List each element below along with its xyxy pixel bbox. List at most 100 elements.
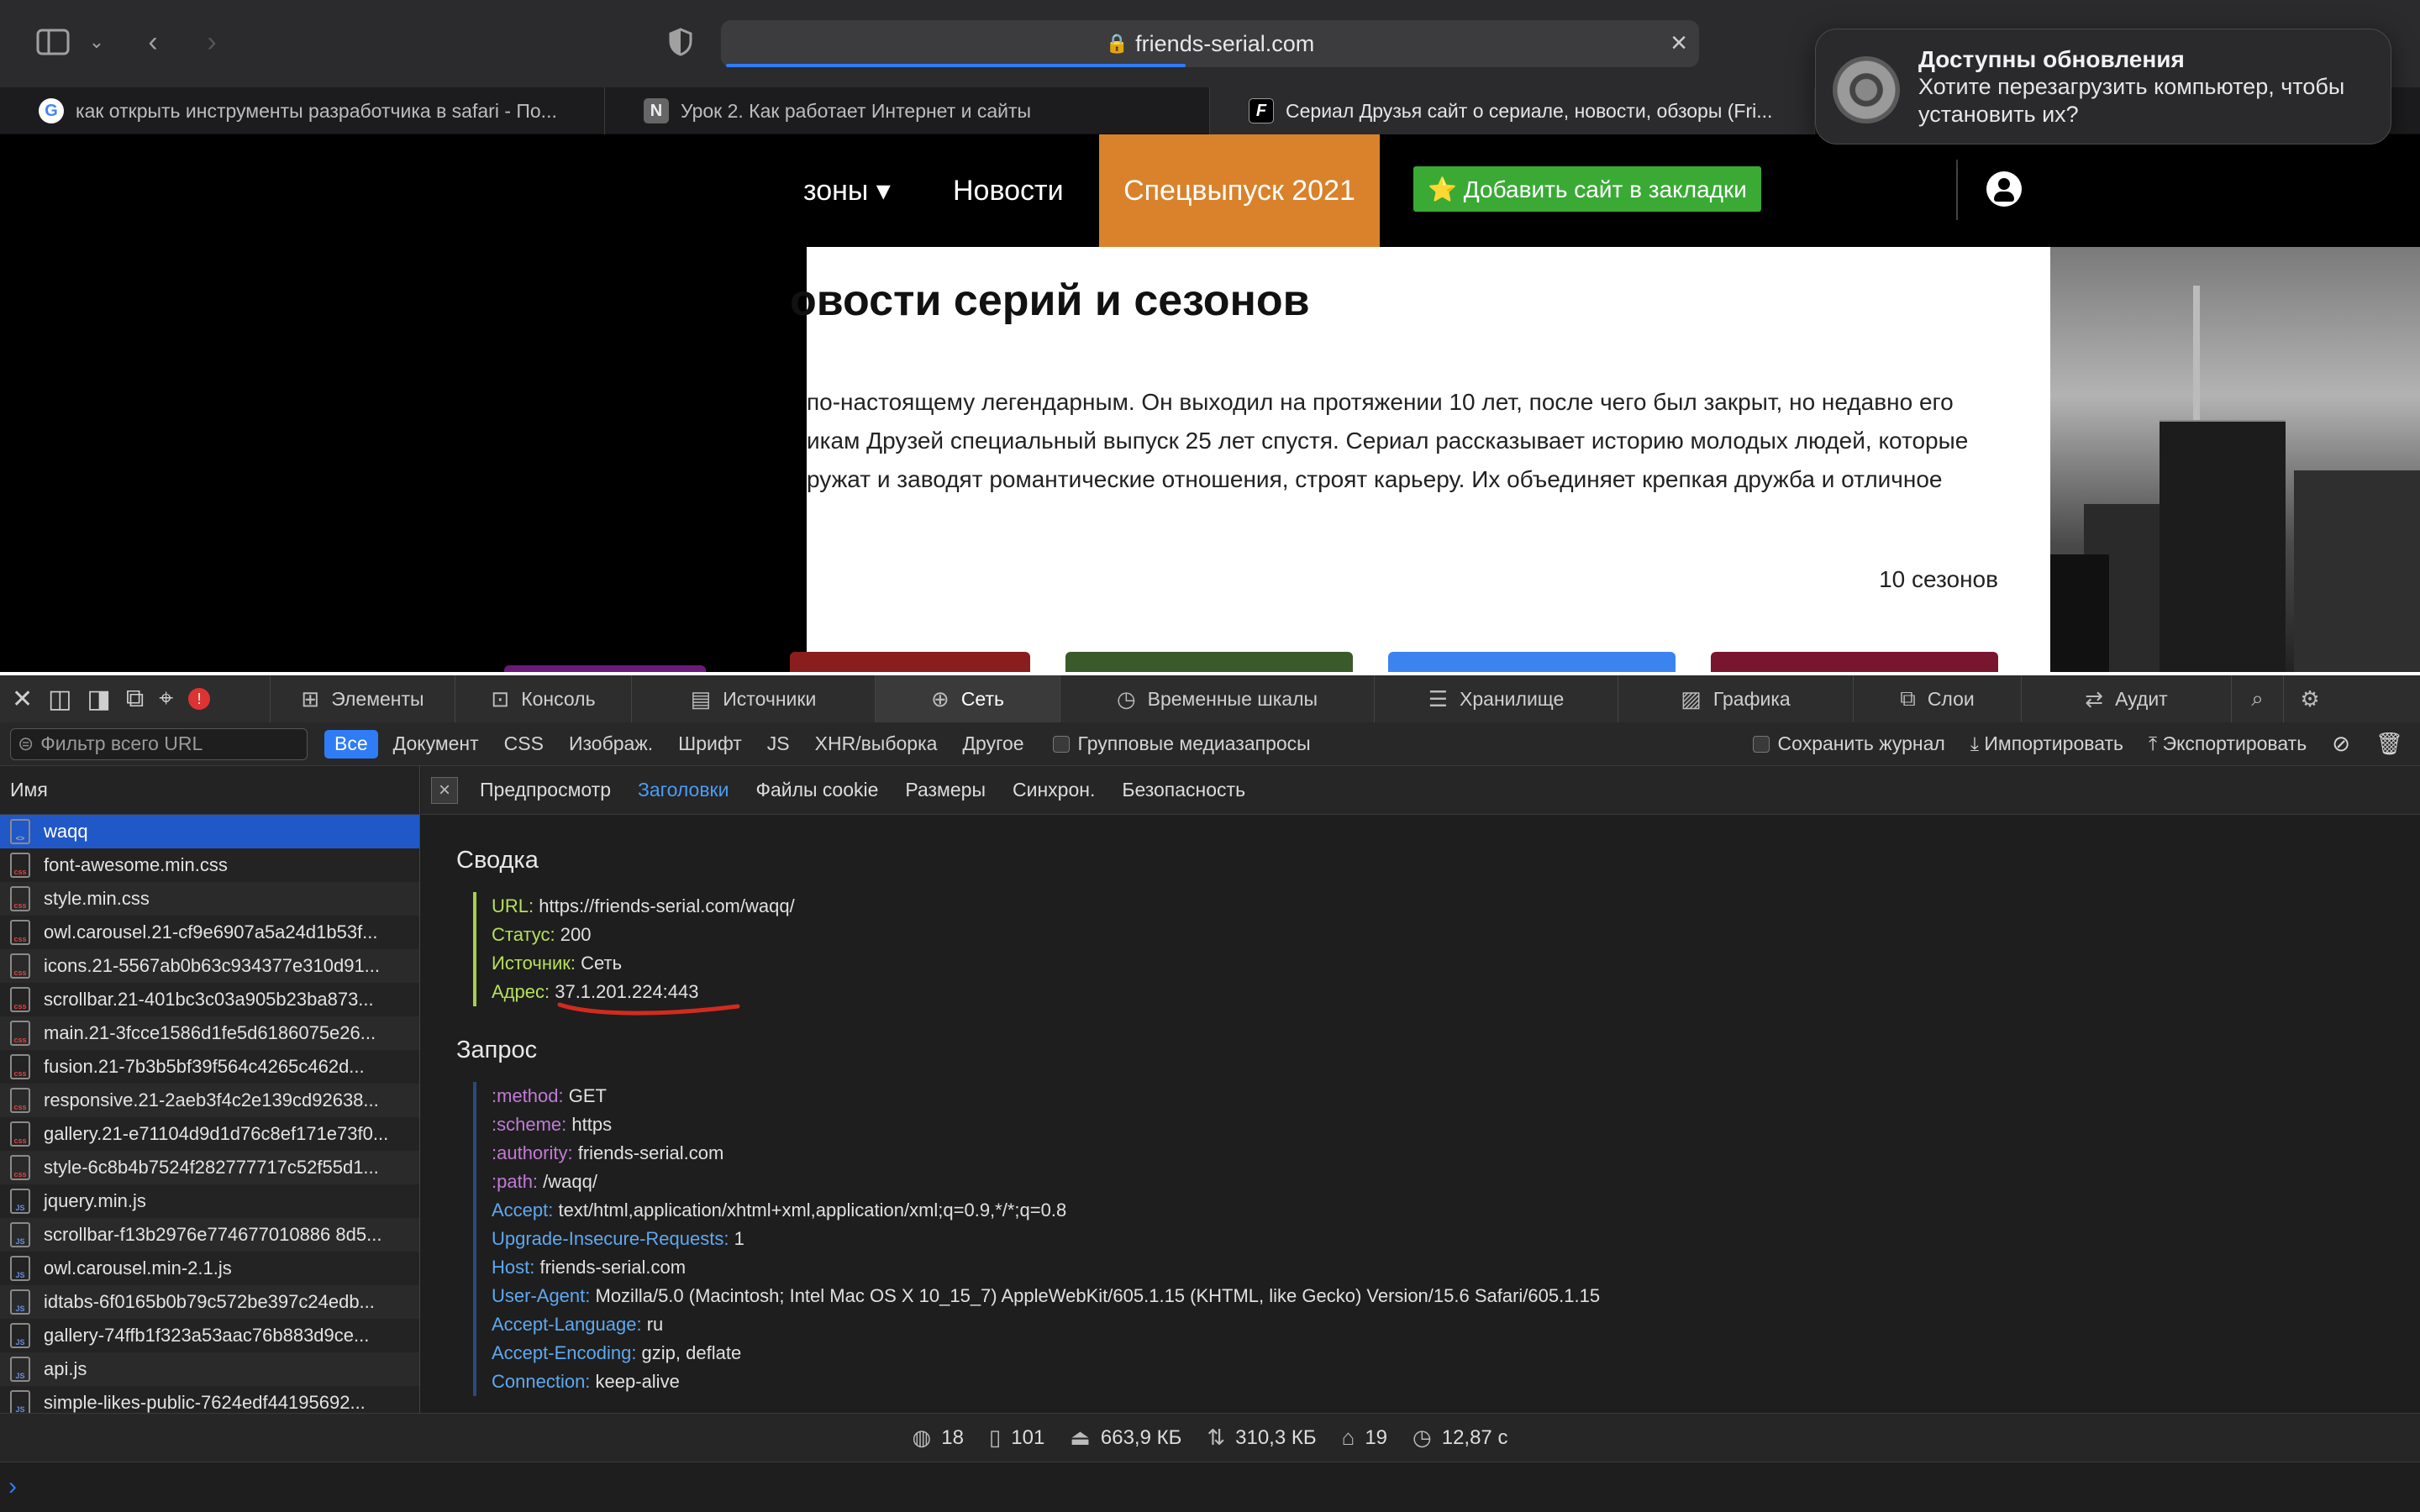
tab-console[interactable]: ⊡ Консоль — [455, 675, 632, 722]
tab-sources[interactable]: ▤ Источники — [632, 675, 876, 722]
resource-row[interactable]: css responsive.21-2aeb3f4c2e139cd92638... — [0, 1084, 419, 1117]
filter-images[interactable]: Изображ. — [559, 730, 663, 759]
season-card[interactable] — [1065, 652, 1353, 672]
subtab-preview[interactable]: Предпросмотр — [466, 766, 624, 815]
address-bar[interactable]: 🔒 friends-serial.com × — [721, 20, 1699, 67]
resource-row[interactable]: JS gallery-74ffb1f323a53aac76b883d9ce... — [0, 1319, 419, 1352]
status-requests: ⌂ 19 — [1341, 1425, 1388, 1450]
resource-name: style.min.css — [44, 888, 150, 909]
nav-divider — [1956, 160, 1958, 220]
headers-detail: Сводка URL: https://friends-serial.com/w… — [421, 815, 2420, 1413]
import-button[interactable]: ⤓ Импортировать — [1970, 732, 2123, 755]
stop-loading-icon[interactable]: × — [1670, 27, 1687, 60]
undock-icon[interactable]: ⧉ — [126, 685, 144, 713]
settings-button[interactable]: ⚙ — [2284, 675, 2336, 722]
console-prompt[interactable]: › — [0, 1462, 2420, 1512]
resource-row[interactable]: <> waqq — [0, 815, 419, 848]
dock-bottom-icon[interactable]: ◫ — [48, 685, 71, 714]
subtab-sizes[interactable]: Размеры — [892, 766, 999, 815]
resource-row[interactable]: css gallery.21-e71104d9d1d76c8ef171e73f0.… — [0, 1117, 419, 1151]
privacy-shield-icon[interactable] — [664, 20, 697, 64]
browser-tab-3[interactable]: F Сериал Друзья сайт о сериале, новости,… — [1210, 87, 1815, 134]
resource-row[interactable]: css style-6c8b4b7524f282777717c52f55d1... — [0, 1151, 419, 1184]
filter-other[interactable]: Другое — [952, 730, 1034, 759]
subtab-cookies[interactable]: Файлы cookie — [742, 766, 892, 815]
close-detail-button[interactable]: × — [431, 776, 458, 804]
update-notification[interactable]: Доступны обновления Хотите перезагрузить… — [1815, 29, 2391, 144]
search-icon: ⌕ — [2251, 685, 2264, 711]
nav-special-2021[interactable]: Спецвыпуск 2021 — [1099, 134, 1380, 247]
js-file-icon: JS — [10, 1222, 30, 1247]
tab-timelines[interactable]: ◷ Временные шкалы — [1060, 675, 1375, 722]
resource-row[interactable]: css icons.21-5567ab0b63c934377e310d91... — [0, 949, 419, 983]
close-icon[interactable]: ✕ — [12, 685, 33, 714]
tab-graphics[interactable]: ▨ Графика — [1618, 675, 1854, 722]
resource-row[interactable]: JS api.js — [0, 1352, 419, 1386]
search-button[interactable]: ⌕ — [2232, 675, 2284, 722]
css-file-icon: css — [10, 853, 30, 878]
filter-css[interactable]: CSS — [494, 730, 554, 759]
filter-js[interactable]: JS — [757, 730, 800, 759]
tab-elements[interactable]: ⊞ Элементы — [271, 675, 455, 722]
user-account-icon[interactable] — [1986, 171, 2022, 207]
season-card[interactable] — [1388, 652, 1676, 672]
resource-row[interactable]: JS scrollbar-f13b2976e774677010886 8d5... — [0, 1218, 419, 1252]
resource-row[interactable]: css style.min.css — [0, 882, 419, 916]
add-bookmark-button[interactable]: ⭐ Добавить сайт в закладки — [1413, 166, 1761, 212]
network-filter-bar: ⊜ Фильтр всего URL Все Документ CSS Изоб… — [0, 722, 2420, 766]
resource-row[interactable]: JS jquery.min.js — [0, 1184, 419, 1218]
js-file-icon: JS — [10, 1357, 30, 1382]
disable-cache-icon[interactable]: ⊘ — [2332, 731, 2350, 757]
resource-row[interactable]: css main.21-3fcce1586d1fe5d6186075e26... — [0, 1016, 419, 1050]
resource-row[interactable]: JS owl.carousel.min-2.1.js — [0, 1252, 419, 1285]
header-field: Accept-Encoding: gzip, deflate — [492, 1339, 1600, 1368]
season-card[interactable] — [1711, 652, 1998, 672]
nav-news[interactable]: Новости — [953, 134, 1064, 247]
subtab-timing[interactable]: Синхрон. — [999, 766, 1108, 815]
subtab-security[interactable]: Безопасность — [1108, 766, 1259, 815]
tab-audit[interactable]: ⇄ Аудит — [2022, 675, 2232, 722]
header-key: User-Agent: — [492, 1285, 596, 1306]
resource-row[interactable]: css scrollbar.21-401bc3c03a905b23ba873... — [0, 983, 419, 1016]
tab-network[interactable]: ⊕ Сеть — [876, 675, 1060, 722]
chevron-down-icon[interactable]: ⌄ — [84, 20, 109, 64]
subtab-headers[interactable]: Заголовки — [624, 766, 742, 815]
inspect-element-icon[interactable]: ⌖ — [159, 685, 173, 713]
forward-icon[interactable]: › — [195, 20, 229, 64]
status-resources: ▯ 101 — [988, 1425, 1045, 1450]
filter-document[interactable]: Документ — [383, 730, 489, 759]
browser-tab-1[interactable]: G как открыть инструменты разработчика в… — [0, 87, 605, 134]
resource-row[interactable]: css fusion.21-7b3b5bf39f564c4265c462d... — [0, 1050, 419, 1084]
dock-side-icon[interactable]: ◨ — [87, 685, 111, 714]
filter-xhr[interactable]: XHR/выборка — [805, 730, 948, 759]
resource-name: idtabs-6f0165b0b79c572be397c24edb... — [44, 1291, 375, 1312]
network-icon: ⊕ — [931, 685, 950, 711]
header-key: :authority: — [492, 1142, 578, 1163]
resource-row[interactable]: css owl.carousel.21-cf9e6907a5a24d1b53f..… — [0, 916, 419, 949]
resource-row[interactable]: JS simple-likes-public-7624edf44195692... — [0, 1386, 419, 1413]
error-badge-icon[interactable]: ! — [188, 688, 211, 710]
season-card[interactable] — [790, 652, 1030, 672]
tab-layers[interactable]: ⧉ Слои — [1854, 675, 2022, 722]
css-file-icon: css — [10, 1088, 30, 1113]
checkbox[interactable] — [1752, 735, 1770, 753]
checkbox[interactable] — [1052, 735, 1070, 753]
filter-all[interactable]: Все — [324, 729, 378, 759]
filter-actions: Сохранить журнал ⤓ Импортировать ⤒ Экспо… — [1752, 731, 2420, 757]
url-filter-input[interactable]: ⊜ Фильтр всего URL — [10, 727, 308, 760]
sidebar-toggle-icon[interactable] — [32, 20, 74, 64]
group-media-checkbox[interactable]: Групповые медиазапросы — [1052, 732, 1311, 755]
tab-storage[interactable]: ☰ Хранилище — [1375, 675, 1618, 722]
nav-seasons[interactable]: зоны ▾ — [803, 134, 891, 247]
back-icon[interactable]: ‹ — [136, 20, 170, 64]
column-header-name[interactable]: Имя — [0, 766, 419, 815]
filter-fonts[interactable]: Шрифт — [668, 730, 752, 759]
preserve-log-checkbox[interactable]: Сохранить журнал — [1752, 732, 1945, 755]
clear-log-icon[interactable]: 🗑 — [2375, 731, 2403, 757]
checkbox-label: Сохранить журнал — [1777, 732, 1945, 754]
resource-row[interactable]: JS idtabs-6f0165b0b79c572be397c24edb... — [0, 1285, 419, 1319]
export-button[interactable]: ⤒ Экспортировать — [2149, 732, 2307, 755]
browser-tab-2[interactable]: N Урок 2. Как работает Интернет и сайты — [605, 87, 1210, 134]
season-card[interactable] — [504, 665, 706, 672]
resource-row[interactable]: css font-awesome.min.css — [0, 848, 419, 882]
